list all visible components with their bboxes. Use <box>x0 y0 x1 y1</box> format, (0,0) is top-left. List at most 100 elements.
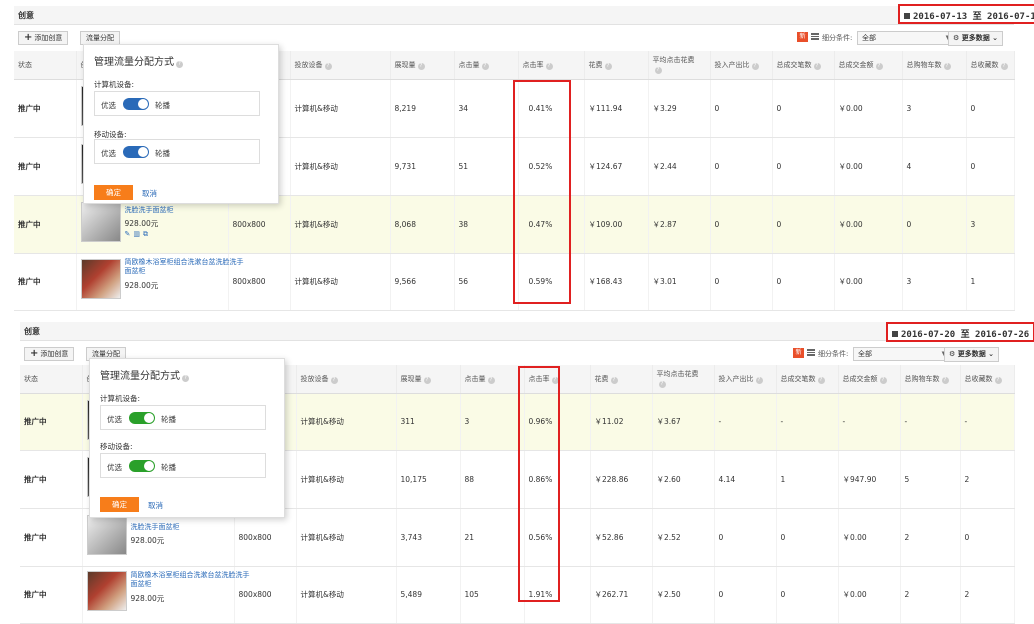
list-icon <box>811 33 819 40</box>
filter-select[interactable]: 全部▼ <box>857 31 957 45</box>
trash-icon[interactable]: ▥ <box>133 230 143 238</box>
col-roi[interactable]: 投入产出比? <box>710 51 773 80</box>
cost-cell: ￥11.02 <box>590 393 653 451</box>
product-price: 928.00元 <box>130 535 165 545</box>
product-thumbnail[interactable] <box>86 570 127 611</box>
help-icon: ? <box>604 62 612 70</box>
mobile-device-toggle[interactable] <box>123 146 149 158</box>
device-cell: 计算机&移动 <box>290 253 391 311</box>
help-icon: ? <box>182 375 189 382</box>
col-gmv[interactable]: 总成交金额? <box>834 51 903 80</box>
pc-device-toggle[interactable] <box>129 412 155 424</box>
cpc-cell: ￥2.50 <box>652 566 715 624</box>
col-roi[interactable]: 投入产出比? <box>714 365 777 394</box>
pc-device-option: 优选 轮播 <box>94 91 260 116</box>
col-orders[interactable]: 总成交笔数? <box>776 365 839 394</box>
help-icon: ? <box>481 62 489 70</box>
status-badge: 推广中 <box>14 253 77 311</box>
filter-select[interactable]: 全部▼ <box>853 347 953 361</box>
col-cart[interactable]: 总购物车数? <box>902 51 967 80</box>
roi-cell: 0 <box>710 253 773 311</box>
col-gmv[interactable]: 总成交金额? <box>838 365 901 394</box>
mobile-device-toggle[interactable] <box>129 460 155 472</box>
cart-cell: 2 <box>900 508 961 567</box>
roi-cell: 4.14 <box>714 450 777 509</box>
impressions-cell: 8,219 <box>390 79 455 138</box>
product-thumbnail[interactable] <box>86 514 127 555</box>
col-impressions[interactable]: 展现量? <box>396 365 461 394</box>
product-title-link[interactable]: 洗脸洗手面盆柜 <box>125 206 245 215</box>
help-icon: ? <box>817 376 825 384</box>
col-clicks[interactable]: 点击量? <box>460 365 525 394</box>
product-thumbnail[interactable] <box>80 201 121 242</box>
mobile-device-option: 优选 轮播 <box>94 139 260 164</box>
cancel-button[interactable]: 取消 <box>148 500 163 511</box>
more-data-button[interactable]: ⚙ 更多数据 ⌄ <box>944 347 1000 362</box>
roi-cell: 0 <box>714 508 777 567</box>
impressions-cell: 3,743 <box>396 508 461 567</box>
more-data-button[interactable]: ⚙ 更多数据 ⌄ <box>948 31 1004 46</box>
help-icon: ? <box>875 62 883 70</box>
roi-cell: - <box>714 393 777 451</box>
col-fav[interactable]: 总收藏数? <box>966 51 1015 80</box>
status-badge: 推广中 <box>20 393 83 451</box>
help-icon: ? <box>330 376 338 384</box>
product-price: 928.00元 <box>124 218 159 228</box>
help-icon: ? <box>755 376 763 384</box>
device-cell: 计算机&移动 <box>290 195 391 254</box>
cpc-cell: ￥3.67 <box>652 393 715 451</box>
col-clicks[interactable]: 点击量? <box>454 51 519 80</box>
product-thumbnail[interactable] <box>80 258 121 299</box>
product-price: 928.00元 <box>124 280 159 290</box>
fav-cell: 3 <box>966 195 1015 254</box>
product-title-link[interactable]: 简欧橡木浴室柜组合洗漱台盆洗脸洗手面盆柜 <box>131 571 251 589</box>
help-icon: ? <box>879 376 887 384</box>
col-fav[interactable]: 总收藏数? <box>960 365 1015 394</box>
table-row: 推广中 简欧橡木浴室柜组合洗漱台盆洗脸洗手面盆柜 928.00元 800x800… <box>20 566 1015 624</box>
chevron-down-icon: ⌄ <box>988 350 995 358</box>
col-orders[interactable]: 总成交笔数? <box>772 51 835 80</box>
cpc-cell: ￥2.60 <box>652 450 715 509</box>
traffic-allocation-button[interactable]: 流量分配 <box>80 31 120 45</box>
pc-device-toggle[interactable] <box>123 98 149 110</box>
col-cpc[interactable]: 平均点击花费? <box>648 51 711 80</box>
confirm-button[interactable]: 确定 <box>94 185 133 200</box>
col-impressions[interactable]: 展现量? <box>390 51 455 80</box>
col-ctr[interactable]: 点击率? <box>518 51 585 80</box>
tab-bar: 创意 <box>14 6 1014 25</box>
cpc-cell: ￥3.01 <box>648 253 711 311</box>
creative-cell: 简欧橡木浴室柜组合洗漱台盆洗脸洗手面盆柜 928.00元 <box>82 566 250 624</box>
cost-cell: ￥168.43 <box>584 253 649 311</box>
tab-creative[interactable]: 创意 <box>18 10 34 21</box>
cpc-cell: ￥2.44 <box>648 137 711 196</box>
col-cost[interactable]: 花费? <box>590 365 653 394</box>
cancel-button[interactable]: 取消 <box>142 188 157 199</box>
impressions-cell: 9,731 <box>390 137 455 196</box>
product-title-link[interactable]: 简欧橡木浴室柜组合洗漱台盆洗脸洗手面盆柜 <box>125 258 245 276</box>
tab-creative[interactable]: 创意 <box>24 326 40 337</box>
col-cart[interactable]: 总购物车数? <box>900 365 961 394</box>
clicks-cell: 51 <box>454 137 519 196</box>
copy-icon[interactable]: ⧉ <box>143 230 151 238</box>
help-icon: ? <box>751 62 759 70</box>
orders-cell: 0 <box>776 566 839 624</box>
date-range[interactable]: 2016-07-20 至 2016-07-26 <box>886 322 1034 342</box>
col-status: 状态 <box>20 365 83 394</box>
fav-cell: 2 <box>960 566 1015 624</box>
product-title-link[interactable]: 洗脸洗手面盆柜 <box>131 523 251 532</box>
impressions-cell: 10,175 <box>396 450 461 509</box>
col-cpc[interactable]: 平均点击花费? <box>652 365 715 394</box>
mobile-device-label: 移动设备: <box>100 442 133 451</box>
confirm-button[interactable]: 确定 <box>100 497 139 512</box>
col-cost[interactable]: 花费? <box>584 51 649 80</box>
traffic-allocation-popup: 管理流量分配方式? 计算机设备: 优选 轮播 移动设备: 优选 轮播 确定 取消 <box>83 44 279 204</box>
roi-cell: 0 <box>714 566 777 624</box>
add-creative-button[interactable]: + 添加创意 <box>24 347 75 361</box>
date-range[interactable]: 2016-07-13 至 2016-07-19 <box>898 4 1034 24</box>
new-badge: 新 <box>793 348 804 358</box>
col-device[interactable]: 投放设备? <box>290 51 391 80</box>
roi-cell: 0 <box>710 79 773 138</box>
col-device[interactable]: 投放设备? <box>296 365 397 394</box>
add-creative-button[interactable]: + 添加创意 <box>18 31 69 45</box>
gear-icon: ⚙ <box>953 34 960 42</box>
